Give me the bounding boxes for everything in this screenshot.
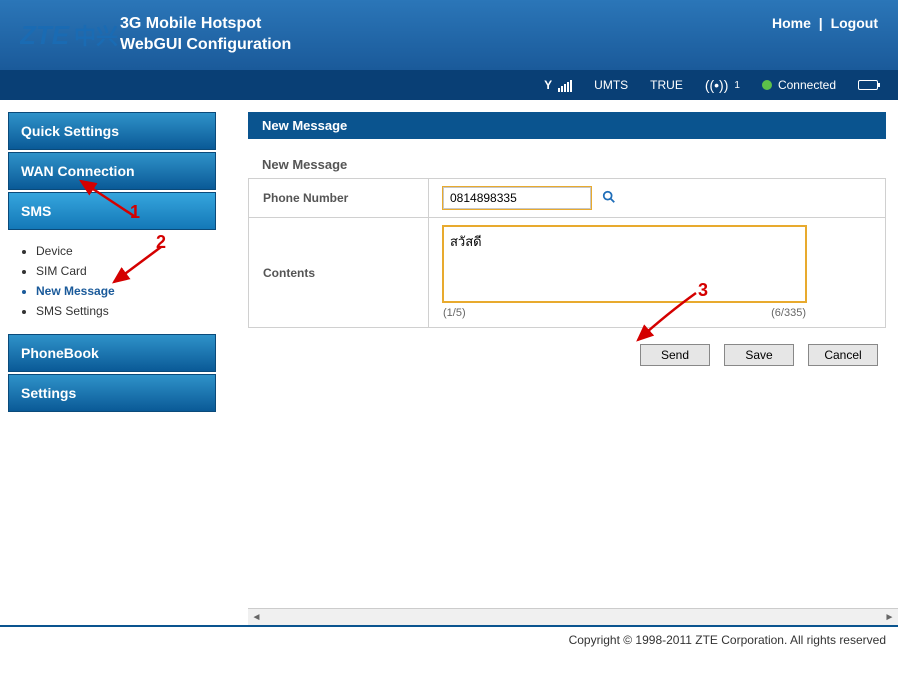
save-button[interactable]: Save — [724, 344, 794, 366]
logout-link[interactable]: Logout — [831, 15, 878, 31]
scroll-left-icon[interactable]: ◄ — [248, 610, 265, 625]
sidebar-item-quick-settings[interactable]: Quick Settings — [8, 112, 216, 150]
signal-indicator: Y — [544, 78, 572, 92]
svg-text:中兴: 中兴 — [74, 24, 118, 49]
home-link[interactable]: Home — [772, 15, 811, 31]
sidebar-item-phonebook[interactable]: PhoneBook — [8, 334, 216, 372]
footer: Copyright © 1998-2011 ZTE Corporation. A… — [0, 627, 898, 653]
connected-icon — [762, 80, 772, 90]
header-links: Home | Logout — [772, 15, 878, 31]
contents-label: Contents — [249, 218, 429, 328]
annotation-3: 3 — [698, 280, 708, 301]
page-counter: (1/5) — [443, 307, 466, 319]
signal-bars-icon — [558, 78, 572, 92]
phone-input[interactable] — [443, 187, 591, 209]
header: ZTE 中兴 3G Mobile Hotspot WebGUI Configur… — [0, 0, 898, 70]
statusbar: Y UMTS TRUE ((•)) 1 Connected — [0, 70, 898, 100]
annotation-1: 1 — [130, 202, 140, 223]
sidebar-item-settings[interactable]: Settings — [8, 374, 216, 412]
wifi-icon: ((•)) — [705, 77, 729, 93]
wifi-indicator: ((•)) 1 — [705, 77, 740, 93]
logo: ZTE 中兴 — [20, 14, 120, 56]
char-counter: (6/335) — [771, 307, 806, 319]
annotation-2: 2 — [156, 232, 166, 253]
cancel-button[interactable]: Cancel — [808, 344, 878, 366]
svg-text:ZTE: ZTE — [20, 20, 70, 50]
network-type: UMTS — [594, 78, 628, 92]
scroll-right-icon[interactable]: ► — [881, 610, 898, 625]
section-label: New Message — [248, 139, 886, 178]
sidebar-sub-sms-settings[interactable]: SMS Settings — [36, 304, 216, 318]
phone-label: Phone Number — [249, 179, 429, 218]
panel-title: New Message — [248, 112, 886, 139]
horizontal-scrollbar[interactable]: ◄ ► — [248, 608, 898, 625]
battery-indicator — [858, 80, 878, 90]
search-icon[interactable] — [602, 190, 616, 208]
battery-icon — [858, 80, 878, 90]
sidebar: Quick Settings WAN Connection 1 SMS Devi… — [0, 100, 224, 608]
content: New Message New Message Phone Number Con… — [224, 100, 898, 608]
form-table: Phone Number Contents (1/5) (6/335) — [248, 178, 886, 328]
annotation-arrow-3 — [628, 288, 708, 348]
contents-input[interactable] — [443, 226, 806, 302]
page-title: 3G Mobile Hotspot WebGUI Configuration — [120, 14, 291, 56]
connection-status: Connected — [762, 78, 836, 92]
operator-name: TRUE — [650, 78, 683, 92]
